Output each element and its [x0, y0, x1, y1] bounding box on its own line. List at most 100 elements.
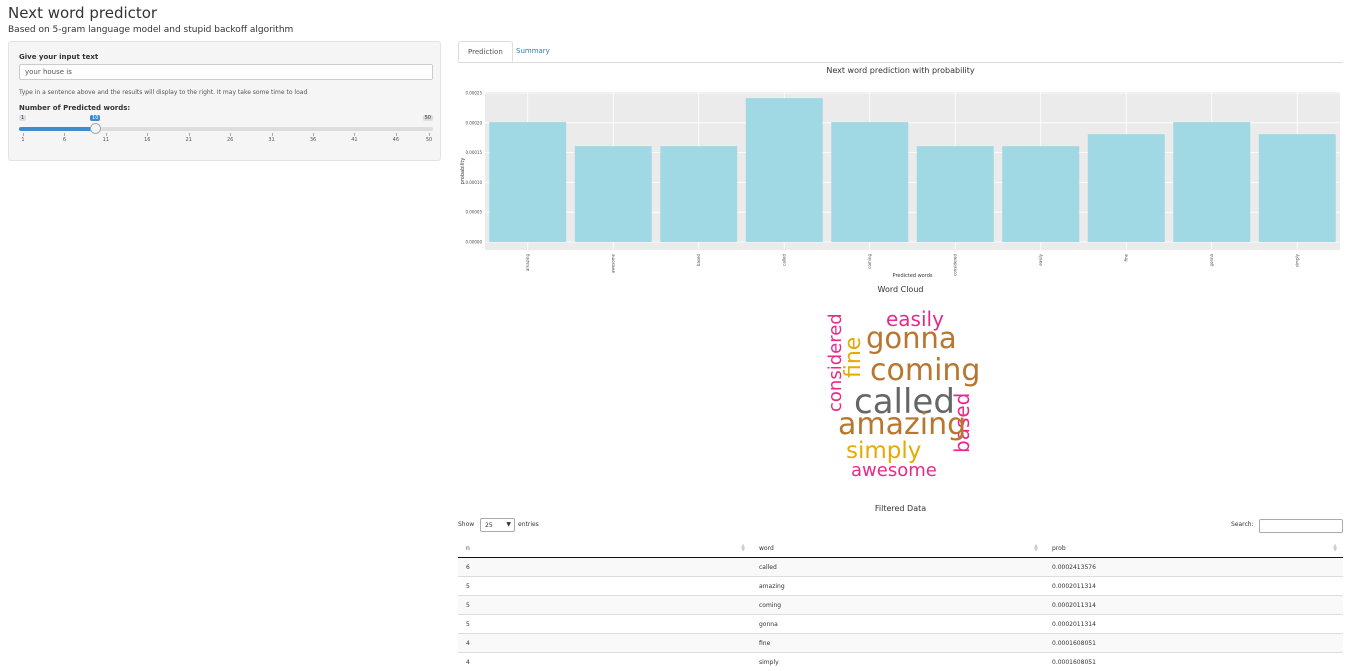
cell-prob: 0.0002011314	[1044, 615, 1343, 634]
cell-prob: 0.0002413576	[1044, 558, 1343, 577]
tab-summary[interactable]: Summary	[507, 41, 559, 62]
x-tick-label: awesome	[610, 253, 615, 273]
slider-tick	[230, 133, 231, 136]
word-count-slider[interactable]: 1 50 10 16111621263136414650	[19, 114, 433, 154]
slider-tick	[189, 133, 190, 136]
sort-icon: ▲▼	[1034, 544, 1038, 552]
slider-max-label: 50	[423, 115, 433, 121]
page-length-select[interactable]: 25 ▼	[480, 518, 515, 532]
slider-tick	[106, 133, 107, 136]
sort-icon: ▲▼	[1333, 544, 1337, 552]
x-tick-label: simply	[1294, 253, 1299, 267]
search-input[interactable]	[1259, 519, 1343, 533]
bar-gonna	[1173, 122, 1250, 242]
sort-icon: ▲▼	[741, 544, 745, 552]
bar-amazing	[489, 122, 566, 242]
bar-awesome	[575, 146, 652, 242]
x-tick-label: coming	[867, 254, 872, 269]
cell-n: 6	[458, 558, 751, 577]
cell-n: 5	[458, 577, 751, 596]
slider-tick	[147, 133, 148, 136]
slider-fill	[19, 127, 95, 131]
slider-grid-label: 1	[21, 137, 24, 143]
table-row[interactable]: 4fine0.0001608051	[458, 634, 1343, 653]
table-title: Filtered Data	[458, 504, 1343, 513]
table-row[interactable]: 5coming0.0002011314	[458, 596, 1343, 615]
slider-grid-label: 50	[426, 137, 432, 143]
input-label: Give your input text	[19, 53, 98, 61]
x-tick-label: called	[781, 254, 786, 266]
slider-label: Number of Predicted words:	[19, 104, 130, 112]
y-tick-label: 0.00000	[465, 240, 482, 245]
bar-based	[660, 146, 737, 242]
y-axis-label: probability	[460, 158, 466, 185]
x-tick-label: based	[696, 254, 701, 267]
cell-prob: 0.0002011314	[1044, 577, 1343, 596]
bar-simply	[1259, 134, 1336, 242]
column-header-prob[interactable]: prob▲▼	[1044, 539, 1343, 558]
cell-word: fine	[751, 634, 1044, 653]
column-header-word[interactable]: word▲▼	[751, 539, 1044, 558]
app-subtitle: Based on 5-gram language model and stupi…	[8, 25, 293, 35]
slider-value-label: 10	[90, 115, 100, 121]
slider-tick	[272, 133, 273, 136]
y-tick-label: 0.00010	[465, 180, 482, 185]
sidebar-panel: Give your input text Type in a sentence …	[8, 41, 441, 161]
table-row[interactable]: 6called0.0002413576	[458, 558, 1343, 577]
show-label: Show	[458, 521, 474, 528]
cell-word: gonna	[751, 615, 1044, 634]
slider-grid-label: 31	[268, 137, 274, 143]
bar-easily	[1002, 146, 1079, 242]
slider-tick	[64, 133, 65, 136]
bar-coming	[831, 122, 908, 242]
table-row[interactable]: 5gonna0.0002011314	[458, 615, 1343, 634]
cell-prob: 0.0001608051	[1044, 634, 1343, 653]
page-length-value: 25	[485, 522, 493, 529]
cell-word: called	[751, 558, 1044, 577]
slider-grid-label: 26	[227, 137, 233, 143]
y-tick-label: 0.00015	[465, 150, 482, 155]
tab-bar: Prediction Summary	[458, 41, 1343, 63]
x-tick-label: easily	[1038, 253, 1043, 265]
column-header-n[interactable]: n▲▼	[458, 539, 751, 558]
cell-n: 4	[458, 634, 751, 653]
slider-grid-label: 36	[310, 137, 316, 143]
cell-n: 5	[458, 615, 751, 634]
slider-grid-label: 46	[393, 137, 399, 143]
x-tick-label: considered	[952, 254, 957, 276]
cloud-word-fine: fine	[843, 337, 865, 378]
cloud-word-gonna: gonna	[866, 324, 957, 353]
slider-tick	[396, 133, 397, 136]
x-axis-label: Predicted words	[893, 273, 933, 279]
text-input[interactable]	[19, 64, 433, 80]
tab-prediction[interactable]: Prediction	[458, 41, 513, 62]
slider-handle[interactable]	[90, 123, 101, 134]
cell-n: 5	[458, 596, 751, 615]
y-tick-label: 0.00005	[465, 210, 482, 215]
cloud-word-amazing: amazing	[838, 410, 966, 440]
cell-prob: 0.0002011314	[1044, 596, 1343, 615]
slider-grid-label: 21	[186, 137, 192, 143]
bar-considered	[917, 146, 994, 242]
prediction-bar-chart: 0.000000.000050.000100.000150.000200.000…	[458, 80, 1343, 282]
dropdown-arrow-icon: ▼	[506, 521, 511, 528]
table-row[interactable]: 5amazing0.0002011314	[458, 577, 1343, 596]
y-tick-label: 0.00025	[465, 91, 482, 96]
app-title: Next word predictor	[8, 4, 157, 22]
help-text: Type in a sentence above and the results…	[19, 89, 307, 96]
cloud-word-considered: considered	[827, 313, 845, 412]
x-tick-label: amazing	[525, 254, 530, 272]
slider-tick	[429, 133, 430, 136]
x-tick-label: fine	[1123, 253, 1128, 261]
word-cloud: easily gonna fine considered coming call…	[458, 300, 1343, 490]
search-label: Search:	[1231, 521, 1254, 528]
slider-tick	[354, 133, 355, 136]
cloud-word-awesome: awesome	[851, 462, 937, 480]
slider-grid-label: 11	[103, 137, 109, 143]
slider-grid-label: 16	[144, 137, 150, 143]
chart-title: Next word prediction with probability	[458, 66, 1343, 75]
data-table: n▲▼ word▲▼ prob▲▼ 6called0.0002413576 5a…	[458, 539, 1343, 671]
x-tick-label: gonna	[1209, 253, 1214, 266]
bar-fine	[1088, 134, 1165, 242]
cell-word: coming	[751, 596, 1044, 615]
